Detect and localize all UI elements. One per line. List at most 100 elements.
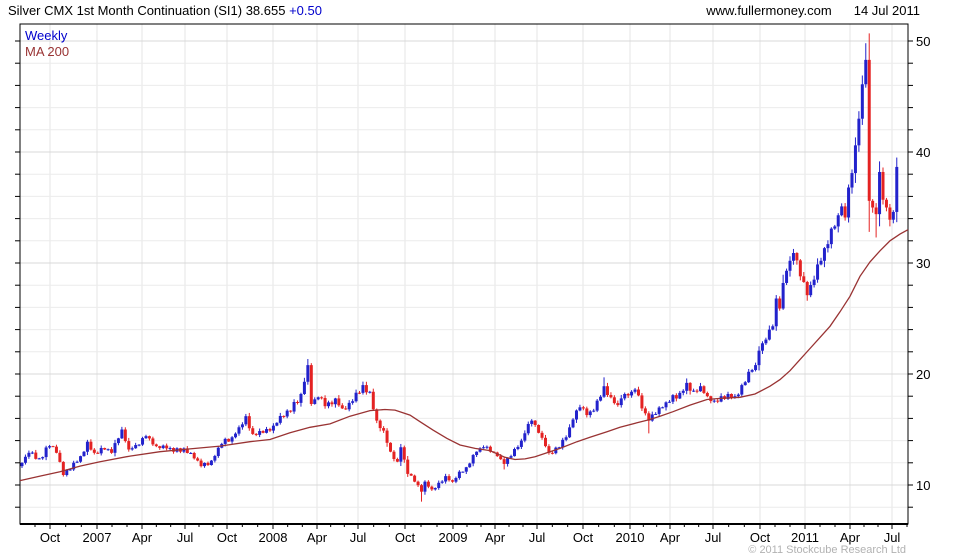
candle-body — [337, 398, 340, 405]
candle-body — [541, 433, 544, 438]
candle-body — [324, 398, 327, 406]
candle-body — [372, 392, 375, 410]
candle-body — [758, 351, 761, 365]
candle-body — [272, 426, 275, 431]
candle-body — [713, 401, 716, 402]
x-axis-label: Oct — [750, 530, 771, 545]
chart-price-change: +0.50 — [289, 3, 322, 18]
x-axis-label: Apr — [840, 530, 861, 545]
candle-body — [871, 201, 874, 208]
candle-body — [875, 208, 878, 215]
candle-body — [840, 206, 843, 215]
candle-body — [231, 437, 234, 441]
candle-body — [82, 452, 85, 456]
chart-title-text: Silver CMX 1st Month Continuation (SI1) … — [8, 3, 289, 18]
candle-body — [62, 462, 65, 475]
candle-body — [365, 385, 368, 392]
candle-body — [802, 276, 805, 282]
candle-body — [640, 395, 643, 408]
candle-body — [510, 456, 513, 458]
candle-body — [327, 402, 330, 406]
candle-body — [303, 382, 306, 394]
candle-body — [113, 443, 116, 453]
candle-body — [313, 399, 316, 404]
candle-body — [448, 476, 451, 480]
candle-body — [382, 428, 385, 431]
chart-title: Silver CMX 1st Month Continuation (SI1) … — [8, 3, 322, 18]
candle-body — [224, 439, 227, 444]
candle-body — [310, 365, 313, 404]
candle-body — [623, 394, 626, 398]
candle-body — [692, 391, 695, 392]
legend-weekly-label: Weekly — [25, 28, 67, 43]
candle-body — [368, 392, 371, 393]
candle-body — [389, 443, 392, 452]
header-right: www.fullermoney.com14 Jul 2011 — [706, 3, 920, 18]
candle-body — [833, 226, 836, 228]
candle-body — [668, 402, 671, 403]
candle-body — [861, 84, 864, 118]
candle-body — [351, 401, 354, 403]
x-axis-label: Apr — [307, 530, 328, 545]
candle-body — [330, 402, 333, 404]
y-axis-label: 40 — [916, 145, 930, 160]
candle-body — [696, 391, 699, 392]
candle-body — [661, 407, 664, 408]
candle-body — [513, 449, 516, 456]
candle-body — [196, 458, 199, 460]
x-axis-label: Jul — [884, 530, 901, 545]
candle-body — [148, 436, 151, 438]
candle-body — [499, 456, 502, 459]
candle-body — [441, 482, 444, 483]
candle-body — [203, 463, 206, 466]
candle-body — [613, 397, 616, 403]
candle-body — [740, 385, 743, 395]
candle-body — [444, 476, 447, 481]
candle-body — [472, 455, 475, 463]
candle-body — [282, 416, 285, 417]
candle-body — [162, 446, 165, 448]
candle-body — [392, 452, 395, 459]
candle-body — [396, 459, 399, 462]
candle-body — [206, 463, 209, 465]
candle-body — [599, 397, 602, 401]
candle-body — [24, 457, 27, 463]
y-axis-label: 10 — [916, 478, 930, 493]
candle-body — [888, 208, 891, 220]
y-axis-label: 30 — [916, 256, 930, 271]
candle-body — [127, 441, 130, 449]
candle-body — [89, 442, 92, 450]
candle-body — [76, 462, 79, 463]
x-axis-label: 2008 — [259, 530, 288, 545]
candle-body — [34, 453, 37, 459]
candle-body — [107, 449, 110, 450]
candle-body — [144, 436, 147, 438]
candle-body — [716, 401, 719, 402]
candle-body — [775, 299, 778, 327]
candle-body — [523, 433, 526, 440]
candle-body — [48, 446, 51, 447]
candle-body — [124, 430, 127, 442]
x-axis-label: Oct — [395, 530, 416, 545]
candle-body — [361, 385, 364, 393]
candle-body — [644, 408, 647, 413]
candle-body — [27, 453, 30, 457]
candle-body — [420, 485, 423, 491]
candle-body — [293, 402, 296, 412]
x-axis-label: Oct — [217, 530, 238, 545]
x-axis-label: Jul — [529, 530, 546, 545]
candle-body — [503, 459, 506, 464]
candle-body — [678, 393, 681, 399]
candle-body — [551, 453, 554, 454]
candle-body — [375, 409, 378, 420]
candle-body — [386, 431, 389, 443]
candle-body — [275, 423, 278, 426]
candle-body — [103, 448, 106, 449]
candle-body — [258, 431, 261, 435]
candle-body — [165, 446, 168, 449]
candle-body — [454, 478, 457, 482]
candle-body — [399, 447, 402, 461]
candle-body — [413, 476, 416, 482]
candle-body — [117, 438, 120, 443]
candle-body — [885, 200, 888, 208]
